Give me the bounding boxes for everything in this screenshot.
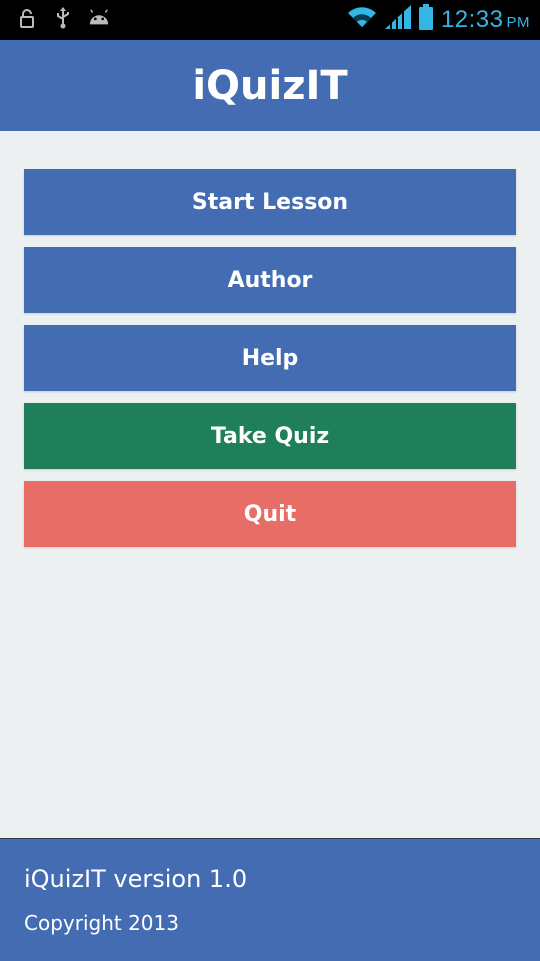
help-button[interactable]: Help — [24, 325, 516, 391]
main-menu: Start Lesson Author Help Take Quiz Quit — [0, 131, 540, 838]
app-header: iQuizIT — [0, 40, 540, 131]
clock: 12:33 PM — [441, 6, 530, 34]
take-quiz-button[interactable]: Take Quiz — [24, 403, 516, 469]
battery-icon — [418, 4, 433, 35]
wifi-icon — [347, 5, 377, 34]
notification-icons — [16, 7, 110, 29]
start-lesson-button[interactable]: Start Lesson — [24, 169, 516, 235]
android-icon — [88, 7, 110, 29]
signal-icon — [384, 5, 411, 34]
copyright-label: Copyright 2013 — [24, 911, 179, 935]
footer: iQuizIT version 1.0 Copyright 2013 — [0, 838, 540, 961]
system-icons: 12:33 PM — [347, 4, 530, 35]
clock-ampm: PM — [506, 13, 530, 31]
clock-time: 12:33 — [440, 5, 504, 33]
lock-icon — [16, 7, 38, 29]
quit-button[interactable]: Quit — [24, 481, 516, 547]
author-button[interactable]: Author — [24, 247, 516, 313]
version-label: iQuizIT version 1.0 — [24, 865, 248, 893]
status-bar: 12:33 PM — [0, 0, 540, 38]
usb-icon — [52, 7, 74, 29]
app-title: iQuizIT — [192, 62, 348, 109]
